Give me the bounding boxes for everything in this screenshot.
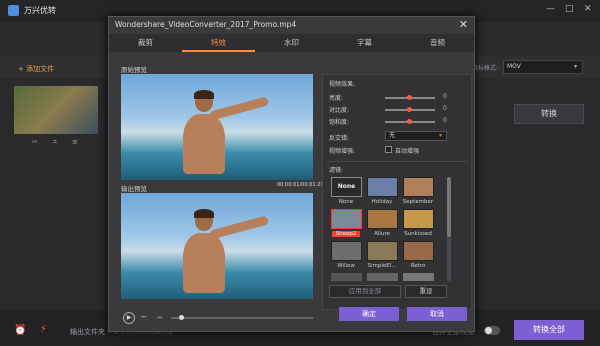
filter-scrollbar[interactable] — [447, 177, 451, 281]
crop-icon[interactable]: ⌗ — [53, 138, 57, 147]
filter-retro-label: Retro — [410, 263, 426, 269]
bolt-icon[interactable]: ⚡ — [40, 324, 47, 335]
cancel-button[interactable]: 取消 — [407, 307, 467, 321]
tab-audio[interactable]: 音频 — [401, 34, 474, 52]
dialog-title: Wondershare_VideoConverter_2017_Promo.mp… — [115, 20, 297, 29]
output-preview-label: 输出预览 — [121, 185, 147, 193]
filter-thumb-partial[interactable] — [403, 273, 434, 281]
output-folder-label: 输出文件夹 — [70, 328, 105, 336]
play-icon[interactable]: ▶ — [123, 312, 135, 324]
convert-all-button[interactable]: 转换全部 — [514, 320, 584, 340]
video-thumbnail[interactable] — [14, 86, 98, 134]
auto-enhance-checkbox[interactable] — [385, 146, 392, 153]
contrast-slider[interactable] — [385, 107, 435, 112]
auto-enhance-label: 自动增强 — [395, 148, 420, 155]
contrast-value: 0 — [443, 105, 447, 112]
add-file-button[interactable]: + 添加文件 — [18, 64, 54, 74]
original-preview — [121, 74, 313, 180]
saturation-value: 0 — [443, 117, 447, 124]
filter-sunkissed-label: Sunkissed — [404, 231, 432, 237]
deinterlace-select[interactable]: 无 — [385, 131, 447, 141]
filter-thumb-partial[interactable] — [367, 273, 398, 281]
chevron-down-icon: ▾ — [439, 132, 443, 139]
alarm-clock-icon[interactable]: ⏰ — [14, 325, 26, 336]
saturation-label: 饱和度: — [329, 119, 350, 126]
timecode: 00:00:01/00:01:21 — [277, 182, 324, 188]
maximize-icon[interactable]: □ — [565, 4, 574, 14]
effects-icon[interactable]: ≡ — [72, 138, 78, 146]
prev-frame-icon[interactable]: ⏮ — [141, 314, 146, 322]
output-preview — [121, 193, 313, 299]
effects-label: 视频效果: — [329, 81, 356, 88]
convert-button[interactable]: 转换 — [514, 104, 584, 124]
filter-simpleelegant-label: SimpleEl... — [367, 263, 397, 269]
original-preview-label: 原始预览 — [121, 66, 147, 74]
filter-allure-thumb[interactable] — [367, 209, 398, 229]
contrast-label: 对比度: — [329, 107, 350, 114]
reset-button[interactable]: 重设 — [405, 285, 447, 298]
filter-willow-label: Willow — [337, 263, 355, 269]
filter-label: 滤镜: — [329, 167, 344, 174]
filter-holiday-label: Holiday — [371, 199, 393, 205]
filter-retro-thumb[interactable] — [403, 241, 434, 261]
deinterlace-label: 反交错: — [329, 135, 350, 142]
brightness-value: 0 — [443, 93, 447, 100]
filter-september-label: September — [402, 199, 434, 205]
close-icon[interactable]: ✕ — [459, 18, 468, 31]
filter-allure-label: Allure — [374, 231, 390, 237]
next-frame-icon[interactable]: ⏭ — [157, 314, 162, 322]
ok-button[interactable]: 确定 — [339, 307, 399, 321]
output-format-label: 目标格式: — [472, 65, 499, 72]
merge-toggle[interactable] — [484, 326, 500, 335]
filter-willow-thumb[interactable] — [331, 241, 362, 261]
edit-dialog: Wondershare_VideoConverter_2017_Promo.mp… — [108, 16, 475, 332]
tab-watermark[interactable]: 水印 — [255, 34, 328, 52]
filter-simpleelegant-thumb[interactable] — [367, 241, 398, 261]
effects-panel: 视频效果: 亮度: 0 对比度: 0 饱和度: 0 反交错: 无 ▾ 视频增强:… — [322, 74, 472, 310]
filter-sheep2-label: Sheep2 — [332, 231, 360, 237]
app-title: 万兴优转 — [24, 6, 56, 15]
filter-holiday-thumb[interactable] — [367, 177, 398, 197]
app-logo-icon — [8, 5, 19, 16]
filter-sunkissed-thumb[interactable] — [403, 209, 434, 229]
filter-none-label: None — [338, 199, 354, 205]
tab-bar: 裁剪 特效 水印 字幕 音频 — [109, 34, 474, 52]
filter-thumb-partial[interactable] — [331, 273, 362, 281]
tab-effects[interactable]: 特效 — [182, 34, 255, 52]
timeline-handle[interactable] — [179, 315, 184, 320]
timeline-track[interactable] — [171, 315, 313, 320]
filter-sheep2-thumb[interactable] — [331, 209, 362, 229]
chevron-down-icon: ▾ — [574, 63, 578, 70]
brightness-label: 亮度: — [329, 95, 344, 102]
tab-crop[interactable]: 裁剪 — [109, 34, 182, 52]
saturation-slider[interactable] — [385, 119, 435, 124]
cut-icon[interactable]: ✂ — [32, 138, 38, 146]
filter-september-thumb[interactable] — [403, 177, 434, 197]
close-app-icon[interactable]: ✕ — [584, 4, 592, 14]
divider — [327, 161, 467, 162]
output-format-select[interactable]: MOV — [503, 60, 583, 74]
apply-all-button[interactable]: 应用到全部 — [329, 285, 401, 298]
filter-none-thumb[interactable]: None — [331, 177, 362, 197]
tab-subtitle[interactable]: 字幕 — [328, 34, 401, 52]
minimize-icon[interactable]: — — [546, 4, 555, 14]
enhance-label: 视频增强: — [329, 148, 356, 155]
brightness-slider[interactable] — [385, 95, 435, 100]
